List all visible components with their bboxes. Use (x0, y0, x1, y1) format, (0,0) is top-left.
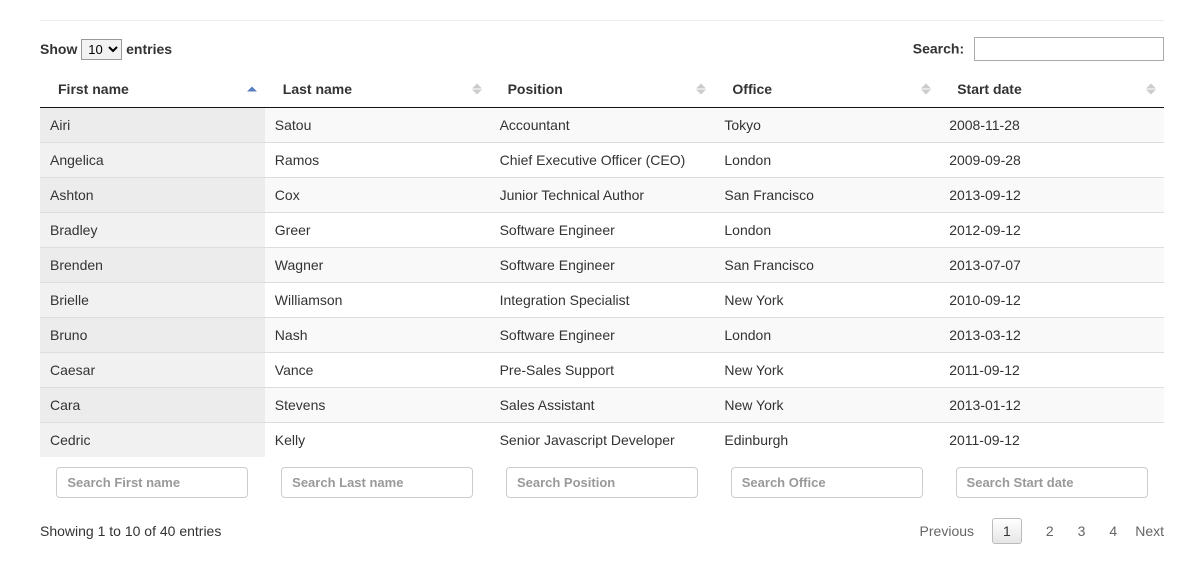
column-header-label: Start date (957, 81, 1022, 97)
page-number[interactable]: 2 (1046, 523, 1054, 539)
column-header-label: Position (508, 81, 563, 97)
column-header[interactable]: First name (40, 71, 265, 108)
table-cell: Cox (265, 178, 490, 213)
table-cell: Williamson (265, 283, 490, 318)
data-table: First name Last name Position Office Start d… (40, 71, 1164, 504)
table-cell: Stevens (265, 388, 490, 423)
sort-both-icon (1146, 84, 1156, 95)
table-row: CaesarVancePre-Sales SupportNew York2011… (40, 353, 1164, 388)
table-row: BradleyGreerSoftware EngineerLondon2012-… (40, 213, 1164, 248)
column-header[interactable]: Office (714, 71, 939, 108)
column-search-input[interactable] (56, 467, 248, 498)
table-cell: 2008-11-28 (939, 108, 1164, 143)
top-divider (40, 20, 1164, 21)
show-label: Show (40, 41, 77, 57)
column-header-label: Office (732, 81, 772, 97)
table-cell: Edinburgh (714, 423, 939, 458)
column-search-input[interactable] (506, 467, 698, 498)
table-info: Showing 1 to 10 of 40 entries (40, 523, 221, 539)
pagination: Previous 1 2 3 4 Next (920, 518, 1164, 544)
table-cell: Airi (40, 108, 265, 143)
table-row: CaraStevensSales AssistantNew York2013-0… (40, 388, 1164, 423)
column-search-input[interactable] (281, 467, 473, 498)
table-cell: 2013-03-12 (939, 318, 1164, 353)
sort-both-icon (472, 84, 482, 95)
search-input[interactable] (974, 37, 1164, 61)
column-search-input[interactable] (956, 467, 1148, 498)
table-cell: Kelly (265, 423, 490, 458)
table-cell: Cedric (40, 423, 265, 458)
table-cell: 2013-09-12 (939, 178, 1164, 213)
table-cell: London (714, 318, 939, 353)
search-control: Search: (913, 37, 1164, 61)
table-cell: London (714, 143, 939, 178)
table-cell: 2013-01-12 (939, 388, 1164, 423)
column-header[interactable]: Position (490, 71, 715, 108)
page-number[interactable]: 3 (1078, 523, 1086, 539)
table-cell: 2011-09-12 (939, 423, 1164, 458)
table-cell: Pre-Sales Support (490, 353, 715, 388)
table-cell: Ramos (265, 143, 490, 178)
table-cell: Bruno (40, 318, 265, 353)
table-cell: 2009-09-28 (939, 143, 1164, 178)
table-row: BrendenWagnerSoftware EngineerSan Franci… (40, 248, 1164, 283)
sort-asc-icon (247, 87, 257, 92)
table-cell: Satou (265, 108, 490, 143)
column-header[interactable]: Start date (939, 71, 1164, 108)
page-number[interactable]: 1 (992, 518, 1022, 544)
table-cell: Software Engineer (490, 213, 715, 248)
table-cell: Nash (265, 318, 490, 353)
page-number[interactable]: 4 (1109, 523, 1117, 539)
table-row: AiriSatouAccountantTokyo2008-11-28 (40, 108, 1164, 143)
table-cell: New York (714, 283, 939, 318)
table-row: AngelicaRamosChief Executive Officer (CE… (40, 143, 1164, 178)
table-row: AshtonCoxJunior Technical AuthorSan Fran… (40, 178, 1164, 213)
previous-button[interactable]: Previous (920, 523, 974, 539)
table-cell: Greer (265, 213, 490, 248)
table-cell: Wagner (265, 248, 490, 283)
table-cell: 2011-09-12 (939, 353, 1164, 388)
table-cell: London (714, 213, 939, 248)
table-cell: Accountant (490, 108, 715, 143)
table-cell: 2013-07-07 (939, 248, 1164, 283)
table-cell: New York (714, 353, 939, 388)
table-cell: Ashton (40, 178, 265, 213)
table-row: BrunoNashSoftware EngineerLondon2013-03-… (40, 318, 1164, 353)
table-cell: Angelica (40, 143, 265, 178)
table-cell: San Francisco (714, 248, 939, 283)
table-row: BrielleWilliamsonIntegration SpecialistN… (40, 283, 1164, 318)
length-control: Show 10 entries (40, 39, 172, 60)
table-cell: San Francisco (714, 178, 939, 213)
table-cell: 2010-09-12 (939, 283, 1164, 318)
table-cell: Brenden (40, 248, 265, 283)
table-cell: Caesar (40, 353, 265, 388)
table-cell: 2012-09-12 (939, 213, 1164, 248)
table-cell: Vance (265, 353, 490, 388)
column-search-input[interactable] (731, 467, 923, 498)
page-length-select[interactable]: 10 (81, 39, 122, 60)
table-cell: Chief Executive Officer (CEO) (490, 143, 715, 178)
table-cell: Software Engineer (490, 318, 715, 353)
column-header-label: Last name (283, 81, 352, 97)
column-header-label: First name (58, 81, 129, 97)
column-header[interactable]: Last name (265, 71, 490, 108)
table-row: CedricKellySenior Javascript DeveloperEd… (40, 423, 1164, 458)
table-cell: Integration Specialist (490, 283, 715, 318)
next-button[interactable]: Next (1135, 523, 1164, 539)
table-cell: Bradley (40, 213, 265, 248)
table-cell: Senior Javascript Developer (490, 423, 715, 458)
table-cell: Tokyo (714, 108, 939, 143)
table-cell: Cara (40, 388, 265, 423)
sort-both-icon (696, 84, 706, 95)
sort-both-icon (921, 84, 931, 95)
search-label: Search: (913, 41, 964, 57)
entries-label: entries (126, 41, 172, 57)
table-cell: New York (714, 388, 939, 423)
table-cell: Junior Technical Author (490, 178, 715, 213)
table-cell: Sales Assistant (490, 388, 715, 423)
table-cell: Brielle (40, 283, 265, 318)
table-cell: Software Engineer (490, 248, 715, 283)
